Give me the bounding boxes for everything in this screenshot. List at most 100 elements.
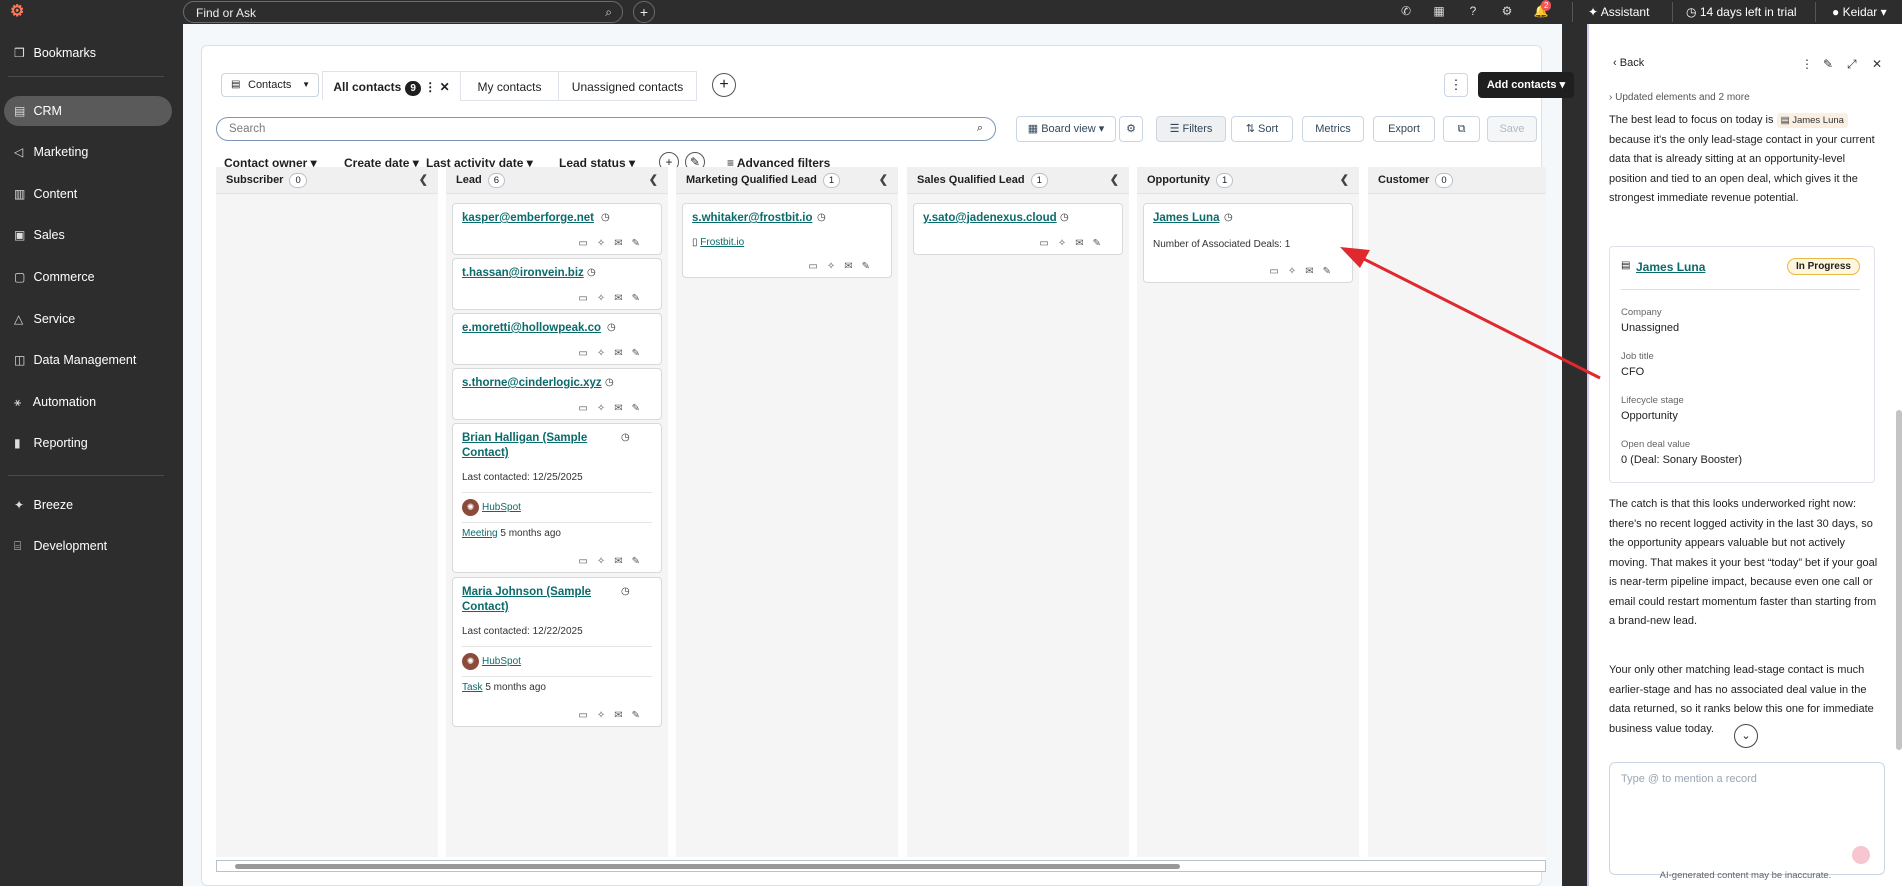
column-header[interactable]: Subscriber 0 ❮ [216,167,438,194]
more-actions-button[interactable]: ⋮ [1444,73,1468,97]
horizontal-scrollbar[interactable] [216,860,1546,872]
help-icon[interactable]: ? [1465,4,1481,20]
collapse-chevron-icon[interactable]: ❮ [649,167,658,193]
search-icon[interactable]: ⌕ [977,122,983,135]
record-title-link[interactable]: y.sato@jadenexus.cloud [923,211,1057,226]
company-link[interactable]: Frostbit.io [700,237,744,248]
tab-all-contacts[interactable]: All contacts 9 ⋮ ✕ [322,71,461,101]
user-menu[interactable]: ● Keidar ▾ [1832,5,1887,19]
column-header[interactable]: Customer 0 [1368,167,1546,194]
record-search-input[interactable]: Search ⌕ [216,117,996,141]
card-actions[interactable]: ▭✧✉✎ [578,238,649,249]
record-title-link[interactable]: s.whitaker@frostbit.io [692,211,812,226]
panel-scrollbar[interactable] [1896,410,1902,750]
new-chat-icon[interactable]: ✎ [1823,57,1833,71]
sidebar-item-reporting[interactable]: ▮ Reporting [4,428,172,458]
metrics-button[interactable]: Metrics [1302,116,1364,142]
record-card[interactable]: t.hassan@ironvein.biz ◷ ▭✧✉✎ [452,258,662,310]
sidebar-item-breeze[interactable]: ✦ Breeze [4,490,172,520]
record-title-link[interactable]: James Luna [1153,211,1219,226]
record-title-link[interactable]: s.thorne@cinderlogic.xyz [462,376,602,391]
message-composer[interactable]: Type @ to mention a record [1609,762,1885,875]
record-name-link[interactable]: James Luna [1636,260,1705,274]
create-plus-button[interactable]: + [633,1,655,23]
column-header[interactable]: Sales Qualified Lead 1 ❮ [907,167,1129,194]
column-header[interactable]: Lead 6 ❮ [446,167,668,194]
global-search[interactable]: Find or Ask ⌕ [183,1,623,23]
sidebar-item-marketing[interactable]: ◁ Marketing [4,137,172,167]
record-card[interactable]: s.whitaker@frostbit.io ◷ ▯ Frostbit.io ▭… [682,203,892,278]
more-vertical-icon[interactable]: ⋮ [424,80,436,94]
settings-gear-icon[interactable]: ⚙ [1499,4,1515,20]
send-button[interactable] [1852,846,1870,864]
collapse-chevron-icon[interactable]: ❮ [419,167,428,193]
sidebar-item-sales[interactable]: ▣ Sales [4,220,172,250]
card-actions[interactable]: ▭✧✉✎ [578,710,649,721]
updated-elements[interactable]: › Updated elements and 2 more [1609,92,1750,103]
sidebar-item-content[interactable]: ▥ Content [4,179,172,209]
collapse-chevron-icon[interactable]: ❮ [879,167,888,193]
phone-icon[interactable]: ✆ [1398,4,1414,20]
record-card[interactable]: Brian Halligan (Sample Contact) ◷ Last c… [452,423,662,573]
field-value: Opportunity [1621,410,1678,422]
scroll-down-button[interactable]: ⌄ [1734,724,1758,748]
save-view-button[interactable]: Save [1487,116,1537,142]
object-selector[interactable]: ▤ Contacts ▼ [221,73,319,97]
add-view-button[interactable]: + [712,73,736,97]
sidebar-item-bookmarks[interactable]: ❒ Bookmarks [4,38,172,68]
duplicate-view-button[interactable]: ⧉ [1443,116,1480,142]
board-view-select[interactable]: ▦ Board view ▾ [1016,116,1116,142]
card-actions[interactable]: ▭✧✉✎ [808,261,879,272]
trial-indicator[interactable]: ◷ 14 days left in trial [1686,5,1797,19]
close-icon[interactable]: ✕ [1872,57,1882,71]
record-card[interactable]: e.moretti@hollowpeak.co ◷ ▭✧✉✎ [452,313,662,365]
tab-my-contacts[interactable]: My contacts [460,71,559,101]
column-header[interactable]: Marketing Qualified Lead 1 ❮ [676,167,898,194]
record-card[interactable]: Maria Johnson (Sample Contact) ◷ Last co… [452,577,662,727]
filters-button[interactable]: ☰ Filters [1156,116,1226,142]
sort-button[interactable]: ⇅ Sort [1231,116,1293,142]
record-title-link[interactable]: e.moretti@hollowpeak.co [462,321,601,336]
card-actions[interactable]: ▭✧✉✎ [1039,238,1110,249]
close-icon[interactable]: ✕ [440,80,450,94]
record-chip[interactable]: ▤ James Luna [1776,113,1848,128]
record-card[interactable]: s.thorne@cinderlogic.xyz ◷ ▭✧✉✎ [452,368,662,420]
add-contacts-button[interactable]: Add contacts ▾ [1478,72,1574,98]
marketplace-icon[interactable]: ▦ [1431,4,1447,20]
activity-link[interactable]: Meeting [462,528,498,539]
sidebar-item-crm[interactable]: ▤ CRM [4,96,172,126]
sidebar-item-data-management[interactable]: ◫ Data Management [4,345,172,375]
record-title-link[interactable]: t.hassan@ironvein.biz [462,266,584,281]
card-actions[interactable]: ▭✧✉✎ [578,556,649,567]
back-button[interactable]: ‹ Back [1613,57,1644,69]
record-title-link[interactable]: Brian Halligan (Sample Contact) [462,431,602,461]
collapse-chevron-icon[interactable]: ❮ [1110,167,1119,193]
record-card-james-luna[interactable]: James Luna ◷ Number of Associated Deals:… [1143,203,1353,283]
scrollbar-thumb[interactable] [235,864,1180,869]
assistant-button[interactable]: ✦ Assistant [1588,5,1649,19]
record-title-link[interactable]: Maria Johnson (Sample Contact) [462,585,602,615]
record-title-link[interactable]: kasper@emberforge.net [462,211,594,226]
activity-link[interactable]: Task [462,682,483,693]
expand-icon[interactable]: ⤢ [1847,57,1857,72]
hubspot-logo-icon[interactable]: ⚙ [10,3,28,21]
search-icon[interactable]: ⌕ [605,5,612,20]
card-actions[interactable]: ▭✧✉✎ [578,293,649,304]
tab-unassigned-contacts[interactable]: Unassigned contacts [558,71,697,101]
company-link[interactable]: HubSpot [482,656,521,667]
board-settings-button[interactable]: ⚙ [1119,116,1143,142]
export-button[interactable]: Export [1373,116,1435,142]
sidebar-item-commerce[interactable]: ▢ Commerce [4,262,172,292]
card-actions[interactable]: ▭✧✉✎ [1269,266,1340,277]
record-card[interactable]: y.sato@jadenexus.cloud ◷ ▭✧✉✎ [913,203,1123,255]
company-link[interactable]: HubSpot [482,502,521,513]
column-header[interactable]: Opportunity 1 ❮ [1137,167,1359,194]
card-actions[interactable]: ▭✧✉✎ [578,348,649,359]
sidebar-item-service[interactable]: △ Service [4,304,172,334]
sidebar-item-development[interactable]: ⌸ Development [4,531,172,561]
collapse-chevron-icon[interactable]: ❮ [1340,167,1349,193]
more-vertical-icon[interactable]: ⋮ [1801,57,1813,71]
sidebar-item-automation[interactable]: ⚹ Automation [4,387,172,417]
card-actions[interactable]: ▭✧✉✎ [578,403,649,414]
record-card[interactable]: kasper@emberforge.net ◷ ▭✧✉✎ [452,203,662,255]
